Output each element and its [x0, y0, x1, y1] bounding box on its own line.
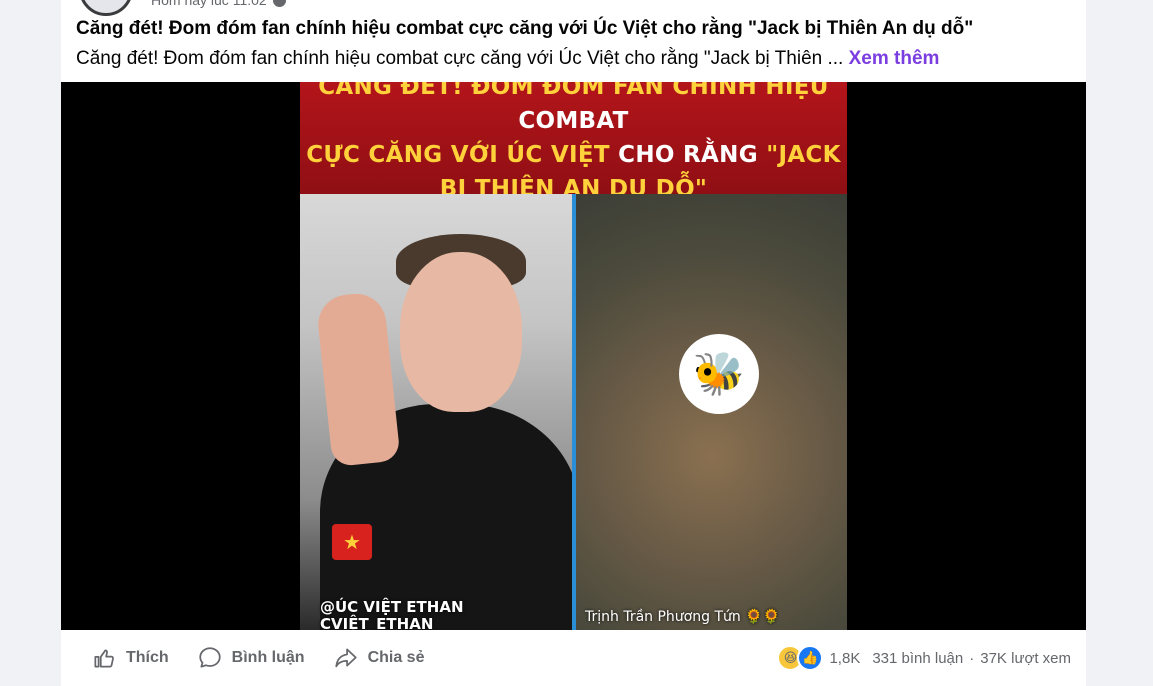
share-icon [334, 648, 357, 668]
share-button[interactable]: Chia sẻ [333, 645, 425, 671]
banner-text: CỰC CĂNG VỚI ÚC VIỆT [306, 142, 619, 168]
person-head [400, 252, 522, 412]
handle-left-line: @ÚC VIỆT ETHAN [320, 598, 464, 616]
video-player[interactable]: CĂNG ĐÉT! ĐOM ĐÓM FAN CHÍNH HIỆU COMBAT … [61, 82, 1086, 630]
video-banner: CĂNG ĐÉT! ĐOM ĐÓM FAN CHÍNH HIỆU COMBAT … [300, 82, 847, 202]
post-card: Hôm nay lúc 11:02 Căng đét! Đom đóm fan … [61, 0, 1086, 686]
comment-button[interactable]: Bình luận [197, 645, 305, 671]
person-hand [315, 290, 401, 468]
banner-line-1: CĂNG ĐÉT! ĐOM ĐÓM FAN CHÍNH HIỆU COMBAT [300, 82, 847, 138]
avatar[interactable] [79, 0, 133, 16]
see-more-link[interactable]: Xem thêm [849, 48, 940, 69]
banner-text: CHO RẰNG [618, 142, 767, 168]
handle-left: @ÚC VIỆT ETHAN CVIỆT_ETHAN [320, 598, 464, 631]
banner-text: FAN CHÍNH HIỆU [613, 82, 829, 100]
post-description-text: Căng đét! Đom đóm fan chính hiệu combat … [76, 48, 844, 69]
banner-text: CĂNG ĐÉT! ĐOM ĐÓM [318, 82, 614, 100]
post-stats: 😆 👍 1,8K 331 bình luận · 37K lượt xem [777, 630, 1071, 686]
banner-text: COMBAT [518, 108, 629, 134]
reactions[interactable]: 😆 👍 [777, 645, 824, 671]
separator-dot: · [969, 649, 975, 667]
like-reaction-icon: 👍 [797, 645, 824, 671]
video-frame: CĂNG ĐÉT! ĐOM ĐÓM FAN CHÍNH HIỆU COMBAT … [300, 82, 847, 630]
post-meta: Hôm nay lúc 11:02 [151, 0, 286, 8]
handle-left-line: CVIỆT_ETHAN [320, 615, 434, 631]
vietnam-flag-icon: ★ [332, 524, 372, 560]
post-title: Căng đét! Đom đóm fan chính hiệu combat … [76, 18, 974, 39]
views-count: 37K lượt xem [980, 649, 1071, 667]
share-label: Chia sẻ [367, 649, 425, 666]
globe-icon [272, 0, 286, 7]
comments-count[interactable]: 331 bình luận [872, 650, 963, 667]
post-description: Căng đét! Đom đóm fan chính hiệu combat … [76, 48, 939, 70]
like-label: Thích [126, 649, 169, 666]
video-left-pane: ★ [300, 194, 572, 630]
like-button[interactable]: Thích [91, 645, 169, 671]
bee-avatar-icon: 🐝 [679, 334, 759, 414]
video-right-pane: 🐝 [576, 194, 847, 630]
comment-icon [199, 647, 221, 668]
handle-right: Trịnh Trần Phương Tứn 🌻🌻 [585, 609, 781, 625]
reactions-count[interactable]: 1,8K [829, 650, 860, 667]
comment-label: Bình luận [231, 649, 305, 666]
thumbs-up-icon [94, 649, 114, 668]
post-time[interactable]: Hôm nay lúc 11:02 [151, 0, 267, 8]
